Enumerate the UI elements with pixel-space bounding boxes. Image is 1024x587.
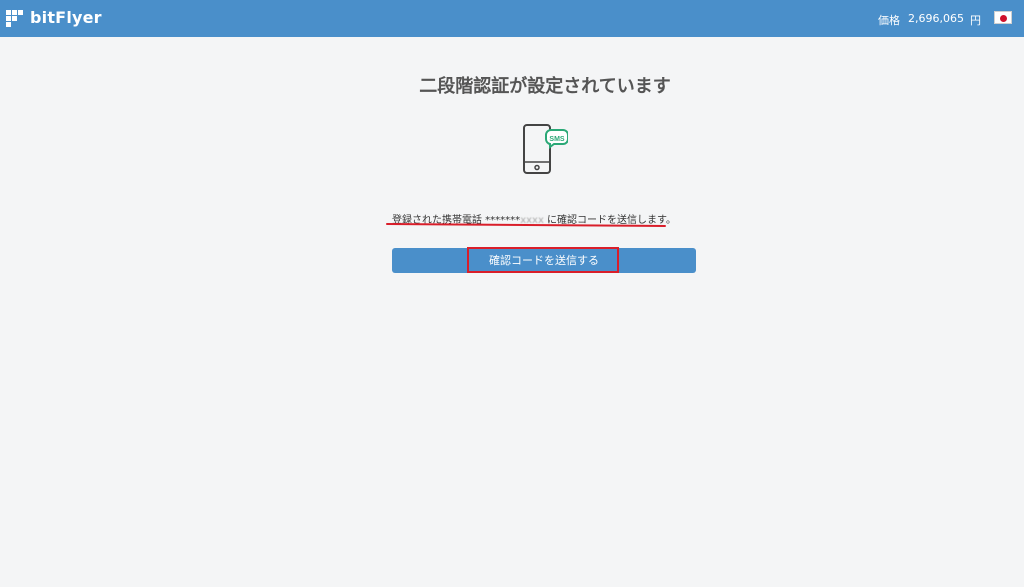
japan-flag-icon[interactable] — [994, 11, 1012, 24]
price-unit: 円 — [970, 14, 981, 27]
page-title: 二段階認証が設定されています — [419, 76, 671, 97]
bitflyer-logo-icon[interactable] — [6, 10, 26, 28]
send-verification-code-button[interactable]: 確認コードを送信する — [392, 248, 696, 273]
price-value: 2,696,065 — [908, 12, 964, 25]
top-header: bitFlyer 価格 2,696,065 円 — [0, 0, 1024, 37]
price-label: 価格 — [878, 14, 900, 27]
sms-badge-label: SMS — [549, 136, 565, 143]
flag-sun — [1000, 14, 1007, 22]
brand-name[interactable]: bitFlyer — [30, 8, 102, 27]
phone-sms-icon: SMS — [523, 124, 568, 174]
